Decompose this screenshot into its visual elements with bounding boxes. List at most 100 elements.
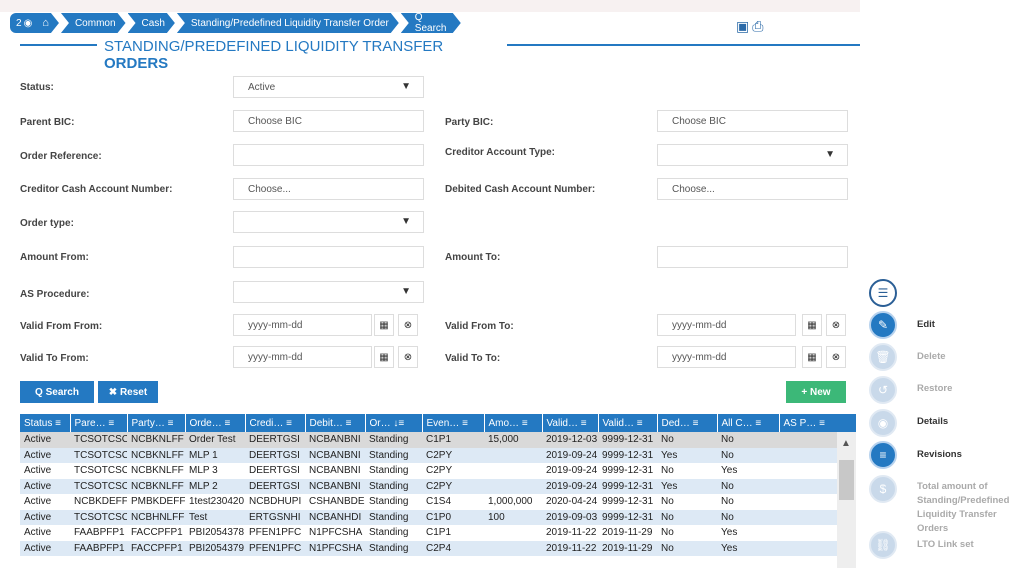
valid-from-from-label: Valid From From: xyxy=(20,321,103,332)
breadcrumb-cash[interactable]: Cash xyxy=(128,13,175,33)
column-header[interactable]: All C… ≡ xyxy=(717,414,780,432)
table-cell: Yes xyxy=(717,463,779,479)
scroll-up-icon[interactable]: ▲ xyxy=(841,438,851,449)
valid-from-to-field[interactable]: yyyy-mm-dd xyxy=(657,314,796,336)
edit-label[interactable]: Edit xyxy=(917,318,935,332)
reset-button[interactable]: ✖ Reset xyxy=(98,381,158,403)
table-cell: Standing xyxy=(365,463,422,479)
amount-to-field[interactable] xyxy=(657,246,848,268)
calendar-icon[interactable]: ▦ xyxy=(374,346,394,368)
edit-icon[interactable]: ✎ xyxy=(869,311,897,339)
clear-icon[interactable]: ⊗ xyxy=(826,314,846,336)
clear-icon[interactable]: ⊗ xyxy=(398,346,418,368)
table-cell: TCSOTCSC xyxy=(70,478,127,494)
column-header[interactable]: AS P… ≡ xyxy=(779,414,857,432)
column-header[interactable]: Amo… ≡ xyxy=(484,414,543,432)
calendar-icon[interactable]: ▦ xyxy=(802,346,822,368)
chevron-down-icon: ▼ xyxy=(401,216,411,227)
table-row[interactable]: Active NCBKDEFF PMBKDEFF 1test230420 NCBDHUP… xyxy=(20,494,856,510)
table-cell: FACCPFP1 xyxy=(127,540,185,556)
as-procedure-select[interactable]: ▼ xyxy=(233,281,424,303)
clear-icon[interactable]: ⊗ xyxy=(826,346,846,368)
table-row[interactable]: Active TCSOTCSC NCBKNLFF MLP 1 DEERTGSI NCBAN… xyxy=(20,447,856,463)
scrollbar-thumb[interactable] xyxy=(839,460,854,500)
title-rule-right xyxy=(507,44,860,46)
chevron-down-icon: ▼ xyxy=(401,286,411,297)
search-button[interactable]: Q Search xyxy=(20,381,94,403)
table-cell: 1,000,000 xyxy=(484,494,542,510)
print-icon[interactable]: ⎙ xyxy=(752,18,763,35)
table-cell: 9999-12-31 xyxy=(598,463,657,479)
as-procedure-label: AS Procedure: xyxy=(20,289,90,300)
column-header[interactable]: Valid… ≡ xyxy=(598,414,658,432)
table-row[interactable]: Active TCSOTCSC NCBKNLFF MLP 3 DEERTGSI NCBAN… xyxy=(20,463,856,479)
table-cell: NCBDHUPI xyxy=(245,494,305,510)
breadcrumb-home[interactable]: 2 ◉ ⌂ xyxy=(10,13,59,33)
table-cell: NCBKNLFF xyxy=(127,478,185,494)
table-cell: NCBANBNI xyxy=(305,432,365,448)
history-badge: 2 xyxy=(16,17,22,29)
breadcrumb-lto[interactable]: Standing/Predefined Liquidity Transfer O… xyxy=(177,13,399,33)
party-bic-placeholder: Choose BIC xyxy=(672,115,726,127)
parent-bic-placeholder: Choose BIC xyxy=(248,115,302,127)
table-row[interactable]: Active FAABPFP1 FACCPFP1 PBI2054379 PFEN1PFC… xyxy=(20,540,856,556)
revisions-icon[interactable]: ≡ xyxy=(869,441,897,469)
column-header[interactable]: Status ≡ xyxy=(20,414,71,432)
valid-to-to-field[interactable]: yyyy-mm-dd xyxy=(657,346,796,368)
table-row[interactable]: Active TCSOTCSC NCBHNLFF Test ERTGSNHI NCBANH… xyxy=(20,509,856,525)
clear-icon[interactable]: ⊗ xyxy=(398,314,418,336)
amount-from-field[interactable] xyxy=(233,246,424,268)
parent-bic-field[interactable]: Choose BIC xyxy=(233,110,424,132)
table-cell: 9999-12-31 xyxy=(598,432,657,448)
table-cell: DEERTGSI xyxy=(245,447,305,463)
breadcrumb-search[interactable]: Q Search xyxy=(401,13,461,33)
total-amount-icon: $ xyxy=(869,475,897,503)
table-scrollbar[interactable]: ▲ xyxy=(837,432,856,568)
debited-cash-account-field[interactable]: Choose... xyxy=(657,178,848,200)
table-cell: 100 xyxy=(484,509,542,525)
status-select[interactable]: Active ▼ xyxy=(233,76,424,98)
revisions-label[interactable]: Revisions xyxy=(917,448,962,462)
table-cell xyxy=(484,525,542,541)
table-row[interactable]: Active TCSOTCSC NCBKNLFF MLP 2 DEERTGSI NCBAN… xyxy=(20,478,856,494)
valid-to-from-field[interactable]: yyyy-mm-dd xyxy=(233,346,372,368)
details-icon[interactable]: ◉ xyxy=(869,409,897,437)
table-cell: Standing xyxy=(365,494,422,510)
breadcrumb-common[interactable]: Common xyxy=(61,13,126,33)
table-cell: Active xyxy=(20,494,70,510)
column-header[interactable]: Valid… ≡ xyxy=(542,414,599,432)
table-header-row: Status ≡ Pare… ≡ Party… ≡ Orde… ≡ Credi…… xyxy=(20,414,857,432)
status-value: Active xyxy=(248,81,276,93)
valid-from-from-field[interactable]: yyyy-mm-dd xyxy=(233,314,372,336)
table-row[interactable]: Active TCSOTCSC NCBKNLFF Order Test DEERTGSI… xyxy=(20,432,856,448)
creditor-cash-account-label: Creditor Cash Account Number: xyxy=(20,184,173,195)
column-header[interactable]: Credi… ≡ xyxy=(245,414,306,432)
table-cell: 9999-12-31 xyxy=(598,478,657,494)
creditor-cash-account-field[interactable]: Choose... xyxy=(233,178,424,200)
calendar-icon[interactable]: ▦ xyxy=(802,314,822,336)
table-row[interactable]: Active FAABPFP1 FACCPFP1 PBI2054378 PFEN1PFC… xyxy=(20,525,856,541)
valid-to-to-placeholder: yyyy-mm-dd xyxy=(672,351,727,363)
creditor-account-type-select[interactable]: ▼ xyxy=(657,144,848,166)
table-cell: Active xyxy=(20,432,70,448)
column-header[interactable]: Party… ≡ xyxy=(127,414,186,432)
table-cell: Standing xyxy=(365,525,422,541)
menu-icon[interactable]: ☰ xyxy=(869,279,897,307)
order-type-select[interactable]: ▼ xyxy=(233,211,424,233)
column-header[interactable]: Even… ≡ xyxy=(422,414,485,432)
table-cell: N1PFCSHA xyxy=(305,525,365,541)
table-cell: 2019-11-22 xyxy=(542,525,598,541)
table-cell: MLP 1 xyxy=(185,447,245,463)
save-icon[interactable]: ▣ xyxy=(736,18,749,35)
new-button[interactable]: + New xyxy=(786,381,846,403)
column-header[interactable]: Orde… ≡ xyxy=(185,414,246,432)
column-header[interactable]: Or… ↓≡ xyxy=(365,414,423,432)
column-header[interactable]: Pare… ≡ xyxy=(70,414,128,432)
table-cell: Order Test xyxy=(185,432,245,448)
column-header[interactable]: Ded… ≡ xyxy=(657,414,718,432)
calendar-icon[interactable]: ▦ xyxy=(374,314,394,336)
order-reference-field[interactable] xyxy=(233,144,424,166)
details-label[interactable]: Details xyxy=(917,415,948,429)
party-bic-field[interactable]: Choose BIC xyxy=(657,110,848,132)
column-header[interactable]: Debit… ≡ xyxy=(305,414,366,432)
